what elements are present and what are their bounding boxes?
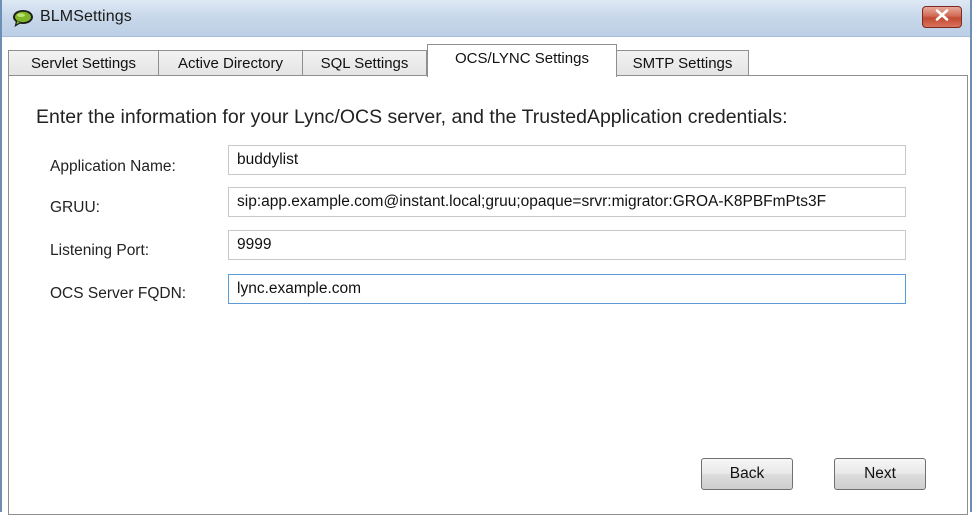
close-button[interactable]: [922, 6, 962, 28]
speech-bubble-icon: [12, 9, 34, 28]
tab-smtp-settings[interactable]: SMTP Settings: [616, 50, 749, 76]
intro-text: Enter the information for your Lync/OCS …: [36, 106, 788, 128]
ocs-server-fqdn-input[interactable]: [228, 274, 906, 304]
tab-ocs-lync-settings[interactable]: OCS/LYNC Settings: [427, 44, 617, 77]
tab-sql-settings[interactable]: SQL Settings: [302, 50, 427, 76]
back-button[interactable]: Back: [701, 458, 793, 490]
blm-settings-window: BLMSettings Servlet Settings Active Dire…: [0, 0, 972, 515]
tab-strip: Servlet Settings Active Directory SQL Se…: [8, 44, 968, 77]
window-title: BLMSettings: [40, 8, 132, 25]
application-name-input[interactable]: [228, 145, 906, 175]
ocs-lync-settings-panel: Enter the information for your Lync/OCS …: [8, 75, 968, 515]
ocs-server-fqdn-label: OCS Server FQDN:: [50, 285, 187, 302]
title-bar[interactable]: BLMSettings: [2, 0, 970, 37]
application-name-label: Application Name:: [50, 158, 176, 175]
listening-port-label: Listening Port:: [50, 242, 150, 259]
gruu-input[interactable]: [228, 187, 906, 217]
next-button[interactable]: Next: [834, 458, 926, 490]
close-icon: [935, 8, 949, 26]
gruu-label: GRUU:: [50, 199, 100, 216]
tab-active-directory[interactable]: Active Directory: [158, 50, 303, 76]
tab-servlet-settings[interactable]: Servlet Settings: [8, 50, 159, 76]
listening-port-input[interactable]: [228, 230, 906, 260]
